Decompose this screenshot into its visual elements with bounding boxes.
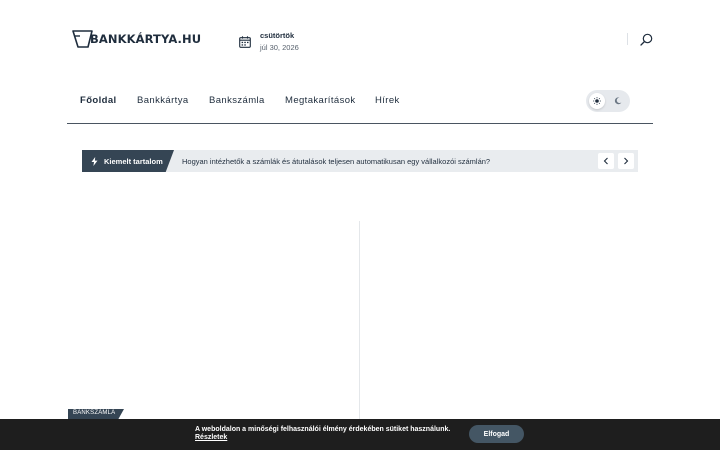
date-weekday: csütörtök bbox=[260, 31, 295, 40]
theme-toggle-knob bbox=[589, 93, 605, 109]
chevron-right-icon bbox=[624, 157, 629, 165]
category-tag[interactable]: BANKSZÁMLA bbox=[68, 409, 124, 419]
header-divider bbox=[627, 33, 628, 45]
site-logo[interactable]: BANKKÁRTYA.HU bbox=[72, 30, 201, 48]
cookie-accept-button[interactable]: Elfogad bbox=[469, 425, 524, 443]
logo-text: BANKKÁRTYA.HU bbox=[90, 32, 202, 46]
category-tag-label: BANKSZÁMLA bbox=[73, 410, 116, 416]
ticker-prev-button[interactable] bbox=[598, 153, 614, 169]
nav-item-home[interactable]: Főoldal bbox=[80, 95, 117, 106]
nav-item-bank-card[interactable]: Bankkártya bbox=[137, 95, 189, 106]
theme-toggle[interactable] bbox=[586, 90, 630, 112]
main-nav: Főoldal Bankkártya Bankszámla Megtakarít… bbox=[67, 88, 653, 124]
nav-item-news[interactable]: Hírek bbox=[375, 95, 400, 106]
ticker-headline-link[interactable]: Hogyan intézhetők a számlák és átutaláso… bbox=[182, 157, 490, 166]
moon-icon bbox=[614, 97, 622, 105]
sun-icon bbox=[593, 97, 601, 105]
nav-item-bank-account[interactable]: Bankszámla bbox=[209, 95, 265, 106]
date-value: júl 30, 2026 bbox=[260, 43, 299, 52]
nav-item-savings[interactable]: Megtakarítások bbox=[285, 95, 356, 106]
column-divider bbox=[359, 221, 360, 421]
ticker-label-text: Kiemelt tartalom bbox=[104, 156, 163, 166]
site-header: BANKKÁRTYA.HU csütörtök júl 30, 2026 bbox=[0, 0, 720, 80]
featured-ticker: Kiemelt tartalom Hogyan intézhetők a szá… bbox=[82, 150, 638, 172]
cookie-banner: A weboldalon a minőségi felhasználói élm… bbox=[0, 419, 720, 450]
search-icon[interactable] bbox=[640, 33, 653, 46]
chevron-left-icon bbox=[603, 157, 608, 165]
cookie-details-link[interactable]: Részletek bbox=[195, 434, 227, 441]
calendar-icon bbox=[239, 36, 251, 48]
current-date: csütörtök júl 30, 2026 bbox=[239, 32, 299, 52]
ticker-label: Kiemelt tartalom bbox=[82, 150, 174, 172]
cookie-message: A weboldalon a minőségi felhasználói élm… bbox=[195, 426, 451, 433]
ticker-next-button[interactable] bbox=[618, 153, 634, 169]
bolt-icon bbox=[91, 156, 98, 166]
